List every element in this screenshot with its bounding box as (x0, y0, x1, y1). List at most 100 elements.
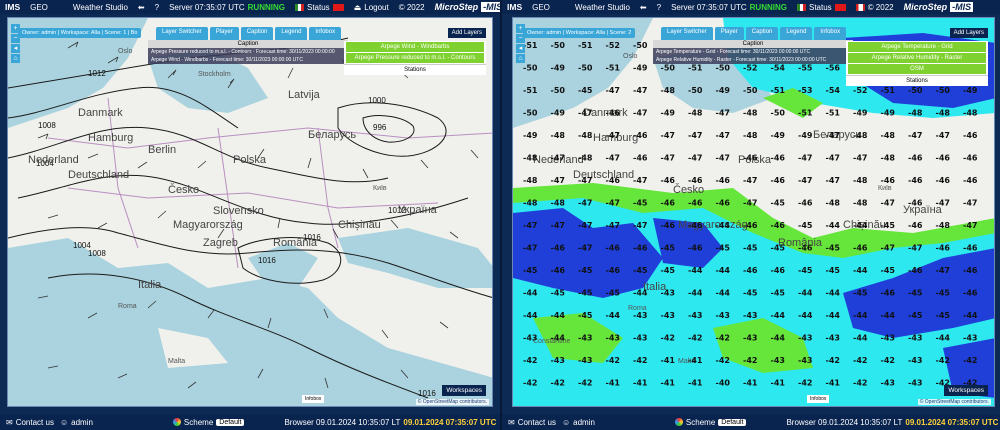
tab-legend[interactable]: Legend (275, 27, 308, 40)
temp-value: -43 (743, 311, 757, 320)
tab-player[interactable]: Player (209, 27, 239, 40)
scheme-select[interactable]: Default (216, 418, 245, 426)
temp-value: -45 (633, 199, 648, 208)
temp-value: -46 (606, 176, 621, 185)
layer-stations[interactable]: Stations (344, 64, 486, 75)
temp-value: -46 (908, 266, 923, 275)
temp-value: -47 (826, 131, 840, 140)
temp-value: -40 (716, 379, 731, 388)
rotate-button[interactable]: ◂ (516, 44, 525, 53)
infobox-button[interactable]: Infobox (302, 395, 325, 403)
infobox-button[interactable]: Infobox (807, 395, 830, 403)
left-pane: IMS GEO Weather Studio ⬅ ? Server 07:35:… (0, 0, 505, 430)
map-canvas[interactable]: 1012 1008 1004 1000 996 1016 1012 1008 1… (8, 18, 493, 407)
temp-value: -45 (881, 266, 896, 275)
temp-value: -45 (771, 289, 786, 298)
temp-value: -42 (881, 356, 895, 365)
place-label: Oslo (118, 48, 133, 55)
layer-item[interactable]: Arpege Wind - Windbarbs (346, 42, 484, 52)
status-indicator-icon (834, 3, 846, 11)
temp-value: -48 (743, 109, 758, 118)
layer-item[interactable]: Arpege Pressure reduced to m.s.l. - Cont… (346, 53, 484, 63)
temp-value: -51 (523, 86, 538, 95)
map-view[interactable]: Oslo Danmark Hamburg Nederland Deutschla… (512, 17, 995, 407)
logout-button[interactable]: © 2022 (855, 3, 894, 12)
temp-value: -44 (688, 266, 703, 275)
temp-value: -44 (963, 311, 978, 320)
temp-value: -50 (551, 41, 566, 50)
temp-value: -46 (716, 199, 731, 208)
map-view[interactable]: 1012 1008 1004 1000 996 1016 1012 1008 1… (7, 17, 493, 407)
add-layers-button[interactable]: Add Layers (447, 28, 486, 38)
caption-title: Caption (653, 40, 853, 48)
temp-value: -47 (551, 154, 565, 163)
workspaces-button[interactable]: Workspaces (944, 385, 988, 396)
temp-value: -46 (908, 199, 923, 208)
temp-value: -45 (716, 244, 731, 253)
temp-value: -43 (633, 334, 647, 343)
temp-value: -46 (771, 221, 786, 230)
back-arrow-icon[interactable]: ⬅ (640, 3, 647, 12)
tab-layer-switcher[interactable]: Layer Switcher (156, 27, 208, 40)
temp-value: -44 (606, 311, 621, 320)
status-button[interactable]: Status (295, 3, 344, 12)
layer-switcher-panel: Arpege Wind - Windbarbs Arpege Pressure … (344, 41, 486, 75)
rotate-button[interactable]: ◂ (11, 44, 20, 53)
temp-value: -44 (523, 289, 538, 298)
add-layers-button[interactable]: Add Layers (949, 28, 988, 38)
status-button[interactable]: Status (797, 3, 846, 12)
place-label: Danmark (78, 107, 123, 119)
tab-caption[interactable]: Caption (745, 27, 779, 40)
top-bar: IMS GEO Weather Studio ⬅ ? Server 07:35:… (0, 0, 505, 14)
temp-value: -45 (798, 266, 813, 275)
back-arrow-icon[interactable]: ⬅ (138, 3, 145, 12)
temp-value: -44 (771, 334, 786, 343)
temp-value: -42 (551, 379, 565, 388)
temp-value: -46 (551, 266, 566, 275)
temp-value: -47 (633, 86, 647, 95)
tab-caption[interactable]: Caption (240, 27, 274, 40)
caption-line: Arpege Pressure reduced to m.s.l. - Cont… (148, 48, 348, 56)
temp-value: -47 (908, 244, 922, 253)
workspaces-button[interactable]: Workspaces (442, 385, 486, 396)
tab-player[interactable]: Player (714, 27, 744, 40)
scheme-control: Scheme Default (172, 418, 245, 427)
temp-value: -43 (661, 311, 675, 320)
layer-item[interactable]: Arpege Temperature - Grid (848, 42, 986, 52)
tab-infobox[interactable]: Infobox (309, 27, 342, 40)
logout-button[interactable]: ⏏ Logout (354, 3, 389, 12)
help-icon[interactable]: ? (657, 3, 661, 12)
contact-us-link[interactable]: ✉ Contact us (6, 418, 54, 427)
temp-value: -48 (963, 109, 978, 118)
tab-layer-switcher[interactable]: Layer Switcher (661, 27, 713, 40)
temp-value: -44 (633, 289, 648, 298)
browser-time: Browser 09.01.2024 10:35:07 LT 09.01.2024… (786, 417, 999, 427)
tab-infobox[interactable]: Infobox (814, 27, 847, 40)
osm-attribution[interactable]: © OpenStreetMap contributors. (415, 399, 489, 405)
temp-value: -41 (688, 379, 703, 388)
map-toolbar: Layer Switcher Player Caption Legend Inf… (156, 27, 342, 40)
scheme-select[interactable]: Default (718, 418, 747, 426)
temp-value: -56 (826, 64, 841, 73)
temp-value: -49 (881, 109, 896, 118)
help-icon[interactable]: ? (155, 3, 159, 12)
home-button[interactable]: ⌂ (11, 54, 20, 63)
temp-value: -46 (743, 266, 758, 275)
temp-value: -46 (908, 221, 923, 230)
user-info: ☺ admin (561, 417, 595, 427)
tab-legend[interactable]: Legend (780, 27, 813, 40)
layer-stations[interactable]: Stations (846, 75, 988, 86)
layer-item[interactable]: Arpege Relative Humidity - Raster (848, 53, 986, 63)
contact-us-link[interactable]: ✉ Contact us (508, 418, 556, 427)
temp-value: -44 (853, 311, 868, 320)
temp-value: -41 (633, 379, 648, 388)
temp-value: -41 (661, 356, 676, 365)
server-time: Server 07:35:07 UTC RUNNING (671, 2, 787, 12)
home-button[interactable]: ⌂ (516, 54, 525, 63)
osm-attribution[interactable]: © OpenStreetMap contributors. (917, 399, 991, 405)
temp-value: -51 (826, 109, 841, 118)
temp-value: -42 (743, 356, 757, 365)
temp-value: -46 (963, 244, 978, 253)
layer-item[interactable]: OSM (848, 64, 986, 74)
temp-value: -51 (798, 109, 813, 118)
